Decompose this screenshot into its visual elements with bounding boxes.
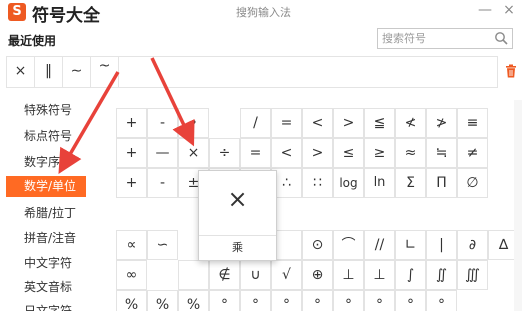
preview-symbol: × bbox=[227, 185, 248, 213]
symbol-cell[interactable] bbox=[178, 260, 209, 290]
symbol-cell[interactable]: ≈ bbox=[395, 138, 426, 168]
category-item-active[interactable]: 数学/单位 bbox=[6, 176, 86, 197]
symbol-cell[interactable]: + bbox=[116, 108, 147, 138]
symbol-grid: + - • / = < > ≦ ≮ ≯ ≡ + — × ÷ = < > ≤ ≥ ≈ ≒ ≠ + - ± ∴ ∷ log ln Σ Π ∅ ∝ ∽ ⊙ ⌒… bbox=[116, 100, 522, 311]
search-box[interactable] bbox=[377, 28, 513, 49]
symbol-cell[interactable]: - bbox=[147, 108, 178, 138]
symbol-cell[interactable]: √ bbox=[271, 260, 302, 290]
symbol-cell[interactable]: Σ bbox=[395, 168, 426, 198]
symbol-cell[interactable]: ° bbox=[271, 290, 302, 311]
symbol-cell[interactable]: ∞ bbox=[116, 260, 147, 290]
symbol-cell[interactable]: ⌒ bbox=[333, 230, 364, 260]
symbol-preview-popup: × 乘 bbox=[198, 170, 277, 261]
ime-name: 搜狗输入法 bbox=[236, 6, 291, 19]
symbol-cell[interactable]: Π bbox=[426, 168, 457, 198]
category-item[interactable]: 中文字符 bbox=[0, 253, 86, 274]
symbol-cell[interactable]: ≤ bbox=[333, 138, 364, 168]
close-button[interactable]: × bbox=[500, 2, 518, 18]
symbol-cell[interactable]: / bbox=[240, 108, 271, 138]
symbol-cell[interactable]: ∬ bbox=[426, 260, 457, 290]
symbol-cell[interactable]: | bbox=[426, 230, 457, 260]
symbol-cell[interactable]: ≠ bbox=[457, 138, 488, 168]
symbol-cell[interactable]: = bbox=[240, 138, 271, 168]
symbol-cell[interactable]: ∷ bbox=[302, 168, 333, 198]
category-item[interactable]: 日文字符 bbox=[0, 301, 86, 311]
symbol-cell[interactable]: ∉ bbox=[209, 260, 240, 290]
symbol-cell[interactable]: ≦ bbox=[364, 108, 395, 138]
symbol-cell[interactable]: — bbox=[147, 138, 178, 168]
recent-symbol[interactable]: ‖ bbox=[35, 57, 63, 87]
symbol-cell[interactable]: log bbox=[333, 168, 364, 198]
symbol-cell[interactable]: ∭ bbox=[457, 260, 488, 290]
symbol-cell[interactable]: ° bbox=[302, 290, 333, 311]
symbol-cell[interactable]: × bbox=[178, 138, 209, 168]
symbol-cell[interactable]: ° bbox=[209, 290, 240, 311]
symbol-cell[interactable]: ∂ bbox=[457, 230, 488, 260]
symbol-cell[interactable]: ln bbox=[364, 168, 395, 198]
sogou-logo-icon: S bbox=[8, 3, 26, 21]
category-item[interactable]: 英文音标 bbox=[0, 277, 86, 298]
symbol-cell[interactable]: ∅ bbox=[457, 168, 488, 198]
scrollbar[interactable] bbox=[514, 100, 522, 311]
symbol-cell[interactable]: = bbox=[271, 108, 302, 138]
app-title: 符号大全 bbox=[32, 6, 100, 26]
symbol-cell[interactable]: ≡ bbox=[457, 108, 488, 138]
recent-label: 最近使用 bbox=[8, 34, 57, 48]
symbol-cell[interactable]: ⊥ bbox=[333, 260, 364, 290]
symbol-cell[interactable]: ⊥ bbox=[364, 260, 395, 290]
search-input[interactable] bbox=[382, 31, 490, 46]
symbol-cell[interactable]: + bbox=[116, 138, 147, 168]
symbol-cell[interactable]: % bbox=[116, 290, 147, 311]
symbol-cell[interactable]: ≥ bbox=[364, 138, 395, 168]
symbol-cell[interactable]: % bbox=[178, 290, 209, 311]
symbol-cell[interactable]: % bbox=[147, 290, 178, 311]
symbol-cell[interactable]: ÷ bbox=[209, 138, 240, 168]
symbol-cell[interactable]: < bbox=[302, 108, 333, 138]
symbol-cell[interactable]: < bbox=[271, 138, 302, 168]
symbol-cell[interactable]: ° bbox=[395, 290, 426, 311]
symbol-cell[interactable]: // bbox=[364, 230, 395, 260]
symbol-cell[interactable]: ∫ bbox=[395, 260, 426, 290]
category-item[interactable]: 数字序号 bbox=[0, 152, 86, 173]
recent-symbol[interactable]: ~ bbox=[91, 57, 119, 87]
recent-symbols-bar: × ‖ ∼ ~ bbox=[6, 56, 498, 88]
symbol-cell[interactable]: - bbox=[147, 168, 178, 198]
symbol-cell[interactable]: > bbox=[302, 138, 333, 168]
symbol-cell[interactable]: + bbox=[116, 168, 147, 198]
symbol-cell[interactable]: ≯ bbox=[426, 108, 457, 138]
category-item[interactable]: 标点符号 bbox=[0, 126, 86, 147]
search-icon[interactable] bbox=[494, 31, 509, 46]
recent-symbol[interactable]: × bbox=[7, 57, 35, 87]
title-bar: S 符号大全 搜狗输入法 — × bbox=[0, 0, 522, 26]
minimize-button[interactable]: — bbox=[476, 2, 494, 18]
symbol-cell[interactable]: ⊙ bbox=[302, 230, 333, 260]
preview-symbol-name: 乘 bbox=[232, 241, 243, 254]
symbol-cell[interactable]: > bbox=[333, 108, 364, 138]
symbol-cell[interactable]: ° bbox=[333, 290, 364, 311]
recent-symbol[interactable]: ∼ bbox=[63, 57, 91, 87]
symbol-cell[interactable]: ∪ bbox=[240, 260, 271, 290]
symbol-cell[interactable]: ≒ bbox=[426, 138, 457, 168]
symbol-cell[interactable]: ∽ bbox=[147, 230, 178, 260]
symbol-cell[interactable]: ∟ bbox=[395, 230, 426, 260]
category-item[interactable]: 希腊/拉丁 bbox=[0, 203, 86, 224]
symbol-cell[interactable]: • bbox=[178, 108, 209, 138]
category-item[interactable]: 特殊符号 bbox=[0, 100, 86, 121]
symbol-cell[interactable]: ° bbox=[426, 290, 457, 311]
popup-divider bbox=[199, 235, 276, 236]
symbol-cell[interactable]: ° bbox=[240, 290, 271, 311]
symbol-cell[interactable]: ∝ bbox=[116, 230, 147, 260]
symbol-cell[interactable]: ° bbox=[364, 290, 395, 311]
symbol-cell[interactable]: ≮ bbox=[395, 108, 426, 138]
trash-icon[interactable] bbox=[505, 64, 517, 78]
category-item[interactable]: 拼音/注音 bbox=[0, 228, 86, 249]
symbol-cell[interactable]: ⊕ bbox=[302, 260, 333, 290]
